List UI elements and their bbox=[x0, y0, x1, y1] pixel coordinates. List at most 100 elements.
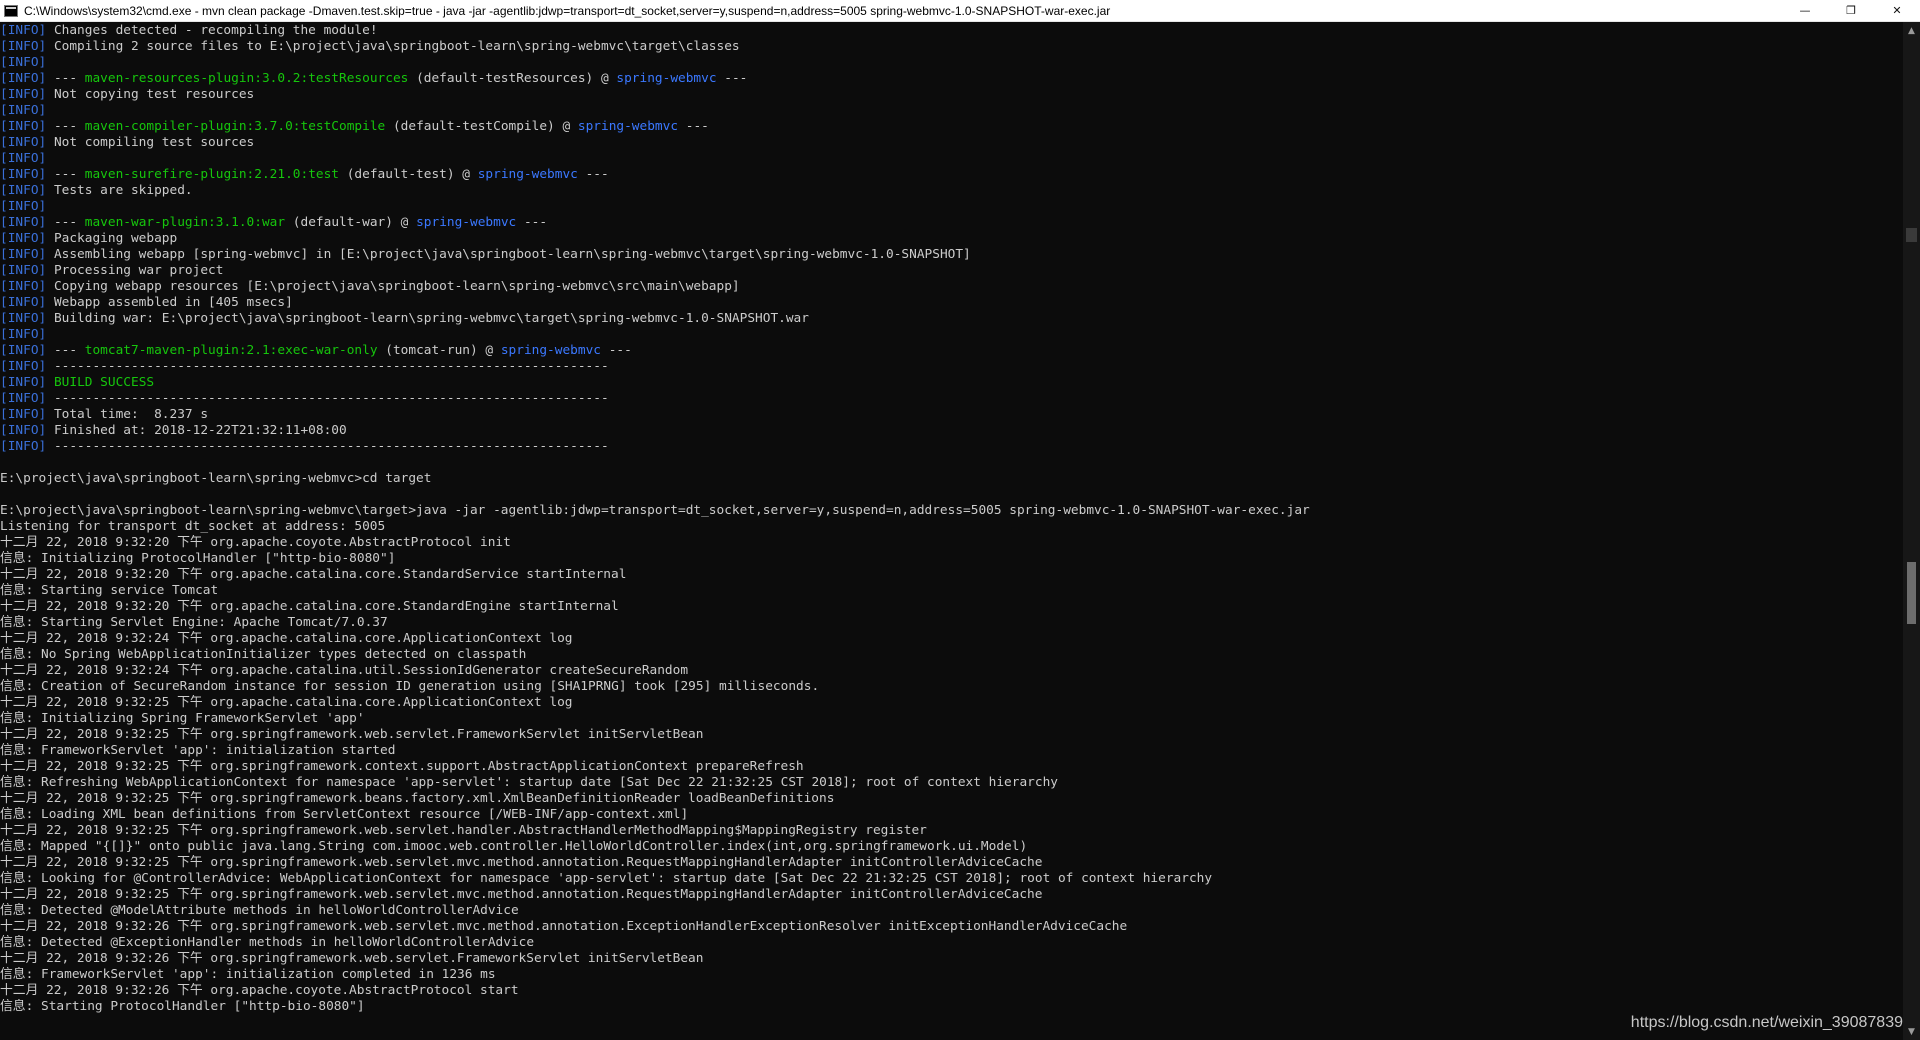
console-text: 十二月 22, 2018 9:32:25 下午 org.springframew… bbox=[0, 759, 804, 774]
vertical-scrollbar[interactable]: ▲ ▼ bbox=[1903, 22, 1920, 1040]
console-text: (tomcat-run) @ bbox=[377, 343, 501, 358]
console-text: --- bbox=[46, 215, 85, 230]
console-line: 信息: FrameworkServlet 'app': initializati… bbox=[0, 967, 1903, 983]
project-name-text: spring-webmvc bbox=[500, 343, 601, 358]
scrollbar-thumb[interactable] bbox=[1907, 562, 1916, 624]
info-tag: [INFO] bbox=[0, 391, 47, 406]
console-text: 十二月 22, 2018 9:32:26 下午 org.springframew… bbox=[0, 919, 1128, 934]
console-text: (default-test) @ bbox=[339, 167, 478, 182]
console-text: 信息: Creation of SecureRandom instance fo… bbox=[0, 679, 820, 694]
info-tag: [INFO] bbox=[0, 279, 47, 294]
console-text: Webapp assembled in [405 msecs] bbox=[46, 295, 293, 310]
console-line: E:\project\java\springboot-learn\spring-… bbox=[0, 503, 1903, 519]
console-line: 信息: Mapped "{[]}" onto public java.lang.… bbox=[0, 839, 1903, 855]
console-line: 十二月 22, 2018 9:32:20 下午 org.apache.catal… bbox=[0, 567, 1903, 583]
console-line: [INFO] Not compiling test sources bbox=[0, 135, 1903, 151]
console-text: ----------------------------------------… bbox=[46, 391, 609, 406]
info-tag: [INFO] bbox=[0, 151, 47, 166]
console-line: 十二月 22, 2018 9:32:25 下午 org.springframew… bbox=[0, 791, 1903, 807]
console-text: Not compiling test sources bbox=[46, 135, 255, 150]
console-text: 十二月 22, 2018 9:32:25 下午 org.springframew… bbox=[0, 823, 927, 838]
console-text: Assembling webapp [spring-webmvc] in [E:… bbox=[46, 247, 971, 262]
console-text: 信息: No Spring WebApplicationInitializer … bbox=[0, 647, 527, 662]
info-tag: [INFO] bbox=[0, 215, 47, 230]
minimize-button[interactable]: — bbox=[1782, 0, 1828, 22]
close-button[interactable]: ✕ bbox=[1874, 0, 1920, 22]
console-text: 信息: FrameworkServlet 'app': initializati… bbox=[0, 743, 396, 758]
console-line: [INFO] Changes detected - recompiling th… bbox=[0, 23, 1903, 39]
console-text: 信息: Refreshing WebApplicationContext for… bbox=[0, 775, 1058, 790]
console-text: 信息: Initializing ProtocolHandler ["http-… bbox=[0, 551, 396, 566]
console-line: [INFO] Packaging webapp bbox=[0, 231, 1903, 247]
info-tag: [INFO] bbox=[0, 55, 47, 70]
console-line: [INFO] bbox=[0, 151, 1903, 167]
info-tag: [INFO] bbox=[0, 167, 47, 182]
console-text: ----------------------------------------… bbox=[46, 439, 609, 454]
console-line: [INFO] Assembling webapp [spring-webmvc]… bbox=[0, 247, 1903, 263]
console-text: 信息: Starting Servlet Engine: Apache Tomc… bbox=[0, 615, 388, 630]
console-text: Total time: 8.237 s bbox=[46, 407, 209, 422]
project-name-text: spring-webmvc bbox=[616, 71, 717, 86]
info-tag: [INFO] bbox=[0, 423, 47, 438]
console-line: 十二月 22, 2018 9:32:20 下午 org.apache.coyot… bbox=[0, 535, 1903, 551]
info-tag: [INFO] bbox=[0, 311, 47, 326]
info-tag: [INFO] bbox=[0, 231, 47, 246]
console-text: 十二月 22, 2018 9:32:25 下午 org.apache.catal… bbox=[0, 695, 573, 710]
console-text: Copying webapp resources [E:\project\jav… bbox=[46, 279, 740, 294]
console-line: [INFO] --- maven-war-plugin:3.1.0:war (d… bbox=[0, 215, 1903, 231]
console-line: [INFO] --- maven-surefire-plugin:2.21.0:… bbox=[0, 167, 1903, 183]
console-line: [INFO] --- maven-compiler-plugin:3.7.0:t… bbox=[0, 119, 1903, 135]
console-text: 十二月 22, 2018 9:32:25 下午 org.springframew… bbox=[0, 727, 704, 742]
console-line: 信息: Initializing Spring FrameworkServlet… bbox=[0, 711, 1903, 727]
project-name-text: spring-webmvc bbox=[416, 215, 517, 230]
console-app-icon[interactable] bbox=[4, 4, 18, 17]
console-text: 十二月 22, 2018 9:32:24 下午 org.apache.catal… bbox=[0, 663, 689, 678]
console-line: 信息: Refreshing WebApplicationContext for… bbox=[0, 775, 1903, 791]
console-text: Compiling 2 source files to E:\project\j… bbox=[46, 39, 740, 54]
highlight-text: maven-compiler-plugin:3.7.0:testCompile bbox=[84, 119, 386, 134]
console-line: 信息: No Spring WebApplicationInitializer … bbox=[0, 647, 1903, 663]
console-text: 信息: Starting ProtocolHandler ["http-bio-… bbox=[0, 999, 365, 1014]
console-line: 十二月 22, 2018 9:32:25 下午 org.apache.catal… bbox=[0, 695, 1903, 711]
info-tag: [INFO] bbox=[0, 327, 47, 342]
console-line: 十二月 22, 2018 9:32:25 下午 org.springframew… bbox=[0, 855, 1903, 871]
console-text: 信息: Detected @ModelAttribute methods in … bbox=[0, 903, 519, 918]
console-line: [INFO] Compiling 2 source files to E:\pr… bbox=[0, 39, 1903, 55]
console-text: E:\project\java\springboot-learn\spring-… bbox=[0, 471, 432, 486]
console-line: 十二月 22, 2018 9:32:26 下午 org.springframew… bbox=[0, 951, 1903, 967]
console-text: Not copying test resources bbox=[46, 87, 255, 102]
watermark-url: https://blog.csdn.net/weixin_39087839 bbox=[1630, 1014, 1903, 1031]
title-bar[interactable]: C:\Windows\system32\cmd.exe - mvn clean … bbox=[0, 0, 1920, 22]
console-text: 十二月 22, 2018 9:32:25 下午 org.springframew… bbox=[0, 855, 1043, 870]
scroll-down-arrow[interactable]: ▼ bbox=[1903, 1023, 1920, 1040]
console-text: 信息: Starting service Tomcat bbox=[0, 583, 219, 598]
scroll-up-arrow[interactable]: ▲ bbox=[1903, 22, 1920, 39]
highlight-text: BUILD SUCCESS bbox=[53, 375, 155, 390]
console-line: 十二月 22, 2018 9:32:25 下午 org.springframew… bbox=[0, 887, 1903, 903]
maximize-button[interactable]: ❐ bbox=[1828, 0, 1874, 22]
scrollbar-marker bbox=[1906, 228, 1917, 242]
console-line: [INFO] bbox=[0, 103, 1903, 119]
console-line: [INFO] Not copying test resources bbox=[0, 87, 1903, 103]
console-text: (default-testResources) @ bbox=[408, 71, 617, 86]
info-tag: [INFO] bbox=[0, 263, 47, 278]
info-tag: [INFO] bbox=[0, 135, 47, 150]
console-line: 十二月 22, 2018 9:32:25 下午 org.springframew… bbox=[0, 759, 1903, 775]
info-tag: [INFO] bbox=[0, 39, 47, 54]
console-output[interactable]: [INFO] Changes detected - recompiling th… bbox=[0, 22, 1903, 1040]
console-text: 十二月 22, 2018 9:32:24 下午 org.apache.catal… bbox=[0, 631, 573, 646]
console-text: --- bbox=[46, 71, 85, 86]
console-text: --- bbox=[577, 167, 609, 182]
console-line: 十二月 22, 2018 9:32:24 下午 org.apache.catal… bbox=[0, 631, 1903, 647]
info-tag: [INFO] bbox=[0, 359, 47, 374]
console-text: --- bbox=[678, 119, 709, 134]
console-line: 十二月 22, 2018 9:32:20 下午 org.apache.catal… bbox=[0, 599, 1903, 615]
console-line: [INFO] ---------------------------------… bbox=[0, 359, 1903, 375]
console-text: 信息: Detected @ExceptionHandler methods i… bbox=[0, 935, 535, 950]
console-text: Tests are skipped. bbox=[46, 183, 193, 198]
console-line: 信息: Detected @ModelAttribute methods in … bbox=[0, 903, 1903, 919]
console-text: 十二月 22, 2018 9:32:26 下午 org.apache.coyot… bbox=[0, 983, 519, 998]
console-line: [INFO] ---------------------------------… bbox=[0, 391, 1903, 407]
console-text: 十二月 22, 2018 9:32:20 下午 org.apache.catal… bbox=[0, 599, 619, 614]
console-line: [INFO] Tests are skipped. bbox=[0, 183, 1903, 199]
